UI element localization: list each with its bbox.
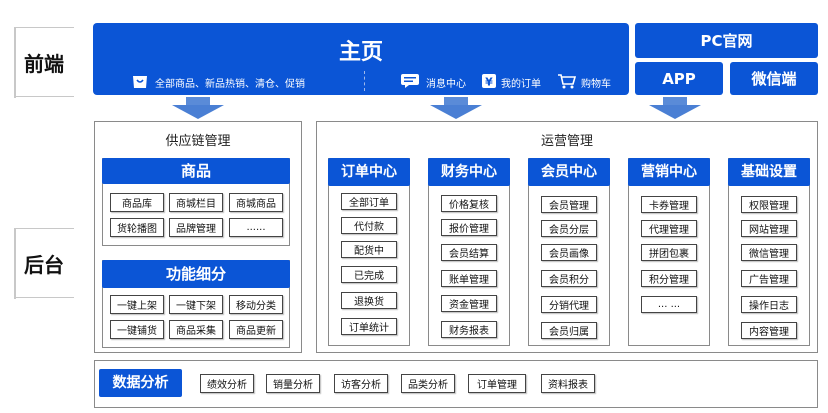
cart-link[interactable]: 购物车: [557, 73, 611, 92]
message-center-label: 消息中心: [426, 79, 466, 90]
analytics-item[interactable]: 访客分析: [334, 374, 388, 393]
pc-site-button[interactable]: PC官网: [635, 23, 818, 58]
function-item[interactable]: 一键上架: [110, 295, 164, 314]
goods-item[interactable]: 商城商品: [229, 193, 283, 212]
analytics-item[interactable]: 资料报表: [541, 374, 595, 393]
ops-item[interactable]: 分销代理: [541, 296, 597, 313]
ops-item[interactable]: 财务报表: [441, 321, 497, 338]
function-item[interactable]: 商品采集: [169, 320, 223, 339]
backend-label: 后台: [24, 252, 64, 277]
ops-item[interactable]: 报价管理: [441, 219, 497, 236]
ops-item[interactable]: 已完成: [341, 266, 397, 283]
function-item[interactable]: 移动分类: [229, 295, 283, 314]
ops-item[interactable]: 会员管理: [541, 196, 597, 213]
analytics-header: 数据分析: [99, 369, 182, 397]
analytics-item[interactable]: 品类分析: [401, 374, 455, 393]
app-button[interactable]: APP: [635, 62, 723, 95]
ops-item[interactable]: 会员归属: [541, 322, 597, 339]
ops-item[interactable]: 资金管理: [441, 295, 497, 312]
analytics-item[interactable]: 订单管理: [468, 374, 526, 393]
ops-column-header: 订单中心: [328, 158, 410, 186]
ops-item[interactable]: 会员积分: [541, 270, 597, 287]
my-orders-link[interactable]: ¥ 我的订单: [481, 73, 541, 92]
home-title: 主页: [338, 40, 383, 65]
down-arrow: [172, 97, 224, 119]
home-banner[interactable]: 主页 全部商品、新品热销、清仓、促销 消息中心 ¥ 我的订单 购物车: [93, 23, 629, 95]
operations-title: 运营管理: [540, 134, 593, 149]
wechat-button[interactable]: 微信端: [730, 62, 818, 95]
home-left-items: 全部商品、新品热销、清仓、促销: [155, 79, 305, 90]
my-orders-label: 我的订单: [501, 79, 541, 90]
analytics-item[interactable]: 绩效分析: [200, 374, 254, 393]
down-arrow: [649, 97, 701, 119]
function-item[interactable]: 一键下架: [169, 295, 223, 314]
ops-item[interactable]: 网站管理: [741, 220, 797, 237]
ops-item[interactable]: 账单管理: [441, 270, 497, 287]
goods-header: 商品: [102, 158, 290, 184]
home-divider: [364, 71, 365, 91]
svg-text:¥: ¥: [485, 76, 493, 89]
goods-item[interactable]: 品牌管理: [169, 218, 223, 237]
ops-item[interactable]: 操作日志: [741, 296, 797, 313]
ops-item[interactable]: ... ...: [641, 296, 697, 313]
supply-chain-title: 供应链管理: [165, 134, 231, 149]
analytics-item[interactable]: 销量分析: [266, 374, 320, 393]
goods-item[interactable]: 商品库: [110, 193, 164, 212]
shopping-bag-icon: [131, 73, 149, 92]
goods-item[interactable]: 货轮播图: [110, 218, 164, 237]
ops-item[interactable]: 会员画像: [541, 244, 597, 261]
ops-item[interactable]: 广告管理: [741, 270, 797, 287]
ops-item[interactable]: 权限管理: [741, 196, 797, 213]
goods-item[interactable]: 商城栏目: [169, 193, 223, 212]
ops-item[interactable]: 拼团包裹: [641, 244, 697, 261]
ops-item[interactable]: 会员结算: [441, 244, 497, 261]
shopping-cart-icon: [557, 73, 577, 92]
ops-item[interactable]: 价格复核: [441, 195, 497, 212]
ops-column-header: 基础设置: [728, 158, 810, 186]
functions-header: 功能细分: [102, 260, 290, 288]
ops-column-header: 会员中心: [528, 158, 610, 186]
ops-item[interactable]: 微信管理: [741, 244, 797, 261]
ops-item[interactable]: 会员分层: [541, 220, 597, 237]
ops-item[interactable]: 内容管理: [741, 322, 797, 339]
home-left-nav[interactable]: 全部商品、新品热销、清仓、促销: [131, 73, 305, 92]
frontend-label: 前端: [24, 51, 64, 76]
message-center-link[interactable]: 消息中心: [400, 73, 466, 92]
chat-bubble-icon: [400, 73, 420, 92]
ops-item[interactable]: 退换货: [341, 292, 397, 309]
ops-item[interactable]: 全部订单: [341, 193, 397, 210]
down-arrow: [430, 97, 482, 119]
ops-item[interactable]: 卡券管理: [641, 196, 697, 213]
ops-column-header: 财务中心: [428, 158, 510, 186]
ops-item[interactable]: 订单统计: [341, 318, 397, 335]
cart-label: 购物车: [581, 79, 611, 90]
goods-item[interactable]: ......: [229, 218, 283, 237]
ops-item[interactable]: 积分管理: [641, 270, 697, 287]
ops-item[interactable]: 代付款: [341, 217, 397, 234]
function-item[interactable]: 一键铺货: [110, 320, 164, 339]
ops-column-header: 营销中心: [628, 158, 710, 186]
ops-item[interactable]: 代理管理: [641, 220, 697, 237]
ops-item[interactable]: 配货中: [341, 241, 397, 258]
function-item[interactable]: 商品更新: [229, 320, 283, 339]
yen-receipt-icon: ¥: [481, 73, 497, 92]
